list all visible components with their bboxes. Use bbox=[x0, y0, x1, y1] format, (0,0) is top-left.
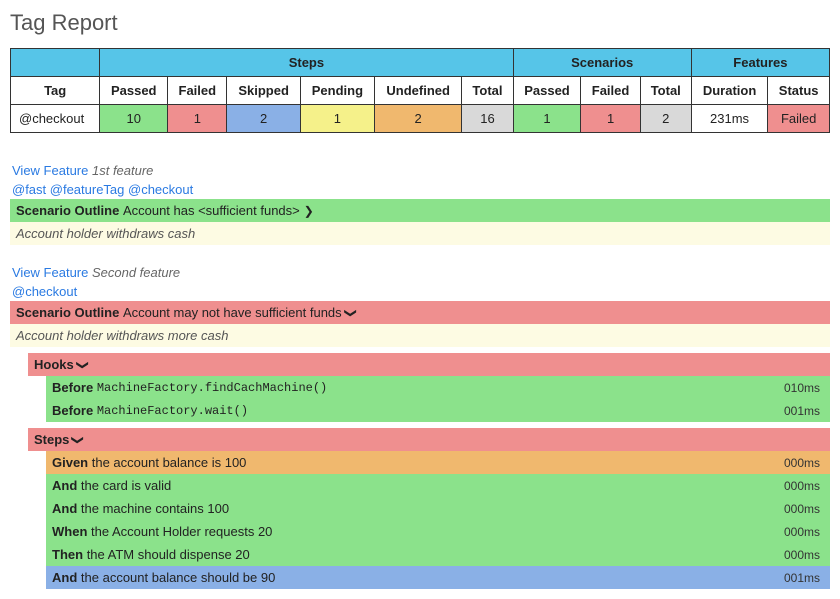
cell-stotal: 2 bbox=[640, 105, 691, 133]
hook-keyword: Before bbox=[52, 380, 93, 395]
hook-keyword: Before bbox=[52, 403, 93, 418]
step-duration: 000ms bbox=[784, 548, 824, 562]
step-text: the machine contains 100 bbox=[81, 501, 784, 516]
step-row: And the card is valid000ms bbox=[46, 474, 830, 497]
hook-row: Before MachineFactory.wait()001ms bbox=[46, 399, 830, 422]
hook-row: Before MachineFactory.findCachMachine()0… bbox=[46, 376, 830, 399]
chevron-down-icon: ❯ bbox=[76, 359, 90, 369]
cell-skipped: 2 bbox=[227, 105, 300, 133]
step-row: And the account balance should be 90001m… bbox=[46, 566, 830, 589]
step-duration: 000ms bbox=[784, 525, 824, 539]
col-duration: Duration bbox=[691, 77, 767, 105]
cell-spassed: 1 bbox=[513, 105, 581, 133]
scenario-text: Account has <sufficient funds> bbox=[123, 203, 300, 218]
cell-tag[interactable]: @checkout bbox=[11, 105, 100, 133]
steps-label: Steps bbox=[34, 432, 69, 447]
scenario-outline-label: Scenario Outline bbox=[16, 305, 119, 320]
step-duration: 000ms bbox=[784, 456, 824, 470]
cell-passed: 10 bbox=[100, 105, 168, 133]
step-text: the account balance should be 90 bbox=[81, 570, 784, 585]
chevron-right-icon: ❯ bbox=[304, 204, 314, 218]
scenario-desc: Account holder withdraws cash bbox=[10, 222, 830, 245]
col-pending: Pending bbox=[300, 77, 374, 105]
cell-undefined: 2 bbox=[374, 105, 461, 133]
group-features: Features bbox=[691, 49, 829, 77]
feature-block-1: View Feature 1st feature @fast @featureT… bbox=[10, 161, 830, 245]
step-text: the account balance is 100 bbox=[92, 455, 784, 470]
col-failed: Failed bbox=[168, 77, 227, 105]
feature-tags[interactable]: @fast @featureTag @checkout bbox=[10, 180, 830, 199]
group-steps: Steps bbox=[100, 49, 513, 77]
view-feature-link[interactable]: View Feature bbox=[12, 163, 88, 178]
step-keyword: And bbox=[52, 478, 77, 493]
step-keyword: And bbox=[52, 570, 77, 585]
step-text: the card is valid bbox=[81, 478, 784, 493]
scenario-row-passed[interactable]: Scenario Outline Account has <sufficient… bbox=[10, 199, 830, 222]
feature-block-2: View Feature Second feature @checkout Sc… bbox=[10, 263, 830, 589]
step-row: Given the account balance is 100000ms bbox=[46, 451, 830, 474]
feature-name: Second feature bbox=[92, 265, 180, 280]
steps-header[interactable]: Steps ❯ bbox=[28, 428, 830, 451]
col-sfailed: Failed bbox=[581, 77, 640, 105]
hook-duration: 001ms bbox=[784, 404, 824, 418]
col-skipped: Skipped bbox=[227, 77, 300, 105]
cell-pending: 1 bbox=[300, 105, 374, 133]
scenario-text: Account may not have sufficient funds bbox=[123, 305, 342, 320]
chevron-down-icon: ❯ bbox=[344, 307, 358, 317]
col-passed: Passed bbox=[100, 77, 168, 105]
chevron-down-icon: ❯ bbox=[71, 434, 85, 444]
step-duration: 000ms bbox=[784, 502, 824, 516]
feature-tags[interactable]: @checkout bbox=[10, 282, 830, 301]
hooks-header[interactable]: Hooks ❯ bbox=[28, 353, 830, 376]
step-keyword: And bbox=[52, 501, 77, 516]
step-text: the ATM should dispense 20 bbox=[87, 547, 784, 562]
step-row: And the machine contains 100000ms bbox=[46, 497, 830, 520]
page-title: Tag Report bbox=[10, 10, 830, 36]
group-scenarios: Scenarios bbox=[513, 49, 691, 77]
view-feature-link[interactable]: View Feature bbox=[12, 265, 88, 280]
hook-duration: 010ms bbox=[784, 381, 824, 395]
col-total: Total bbox=[462, 77, 513, 105]
col-status: Status bbox=[768, 77, 830, 105]
step-text: the Account Holder requests 20 bbox=[91, 524, 784, 539]
summary-table: Steps Scenarios Features Tag Passed Fail… bbox=[10, 48, 830, 133]
scenario-row-failed[interactable]: Scenario Outline Account may not have su… bbox=[10, 301, 830, 324]
scenario-outline-label: Scenario Outline bbox=[16, 203, 119, 218]
cell-duration: 231ms bbox=[691, 105, 767, 133]
hook-text: MachineFactory.findCachMachine() bbox=[97, 381, 784, 395]
feature-name: 1st feature bbox=[92, 163, 153, 178]
col-spassed: Passed bbox=[513, 77, 581, 105]
cell-sfailed: 1 bbox=[581, 105, 640, 133]
scenario-desc: Account holder withdraws more cash bbox=[10, 324, 830, 347]
step-keyword: When bbox=[52, 524, 87, 539]
cell-total: 16 bbox=[462, 105, 513, 133]
col-tag: Tag bbox=[11, 77, 100, 105]
table-row: @checkout 10 1 2 1 2 16 1 1 2 231ms Fail… bbox=[11, 105, 830, 133]
step-duration: 001ms bbox=[784, 571, 824, 585]
step-row: Then the ATM should dispense 20000ms bbox=[46, 543, 830, 566]
cell-status: Failed bbox=[768, 105, 830, 133]
step-row: When the Account Holder requests 20000ms bbox=[46, 520, 830, 543]
col-undefined: Undefined bbox=[374, 77, 461, 105]
hook-text: MachineFactory.wait() bbox=[97, 404, 784, 418]
cell-failed: 1 bbox=[168, 105, 227, 133]
step-duration: 000ms bbox=[784, 479, 824, 493]
step-keyword: Then bbox=[52, 547, 83, 562]
step-keyword: Given bbox=[52, 455, 88, 470]
hooks-label: Hooks bbox=[34, 357, 74, 372]
col-stotal: Total bbox=[640, 77, 691, 105]
